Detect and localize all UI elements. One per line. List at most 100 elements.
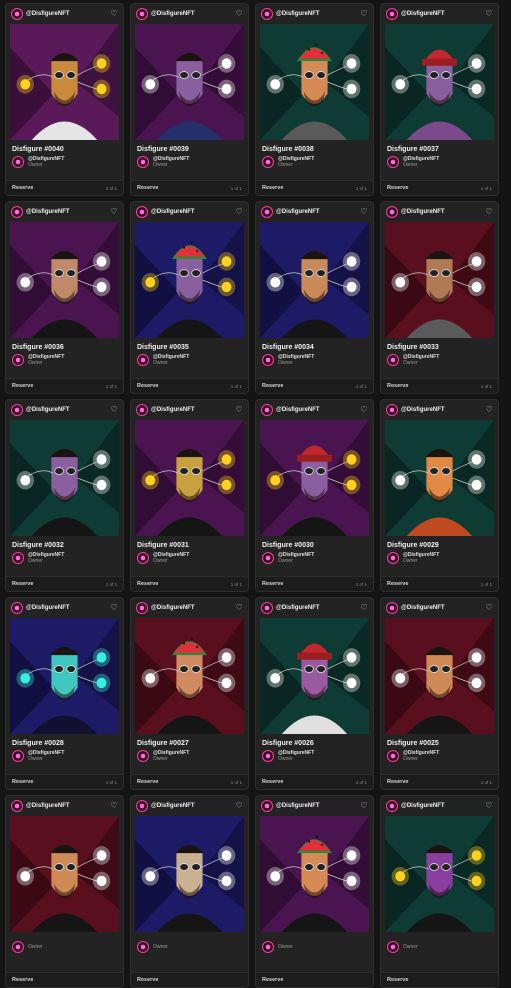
heart-icon[interactable]: ♡ xyxy=(110,604,118,612)
nft-artwork[interactable] xyxy=(135,222,244,338)
creator-handle[interactable]: @DisfigureNFT xyxy=(401,407,482,413)
creator-avatar[interactable] xyxy=(261,602,273,614)
nft-title[interactable]: Disfigure #0036 xyxy=(6,338,123,353)
nft-title[interactable]: Disfigure #0027 xyxy=(131,734,248,749)
owner-avatar[interactable] xyxy=(387,354,399,366)
heart-icon[interactable]: ♡ xyxy=(235,604,243,612)
owner-name[interactable]: @DisfigureNFT xyxy=(278,156,314,162)
heart-icon[interactable]: ♡ xyxy=(360,208,368,216)
creator-handle[interactable]: @DisfigureNFT xyxy=(26,11,107,17)
owner-name[interactable]: @DisfigureNFT xyxy=(153,354,189,360)
nft-card[interactable]: @DisfigureNFT ♡ Disfigure #0025 @Disfigure… xyxy=(380,597,499,790)
creator-handle[interactable]: @DisfigureNFT xyxy=(276,803,357,809)
heart-icon[interactable]: ♡ xyxy=(360,802,368,810)
creator-avatar[interactable] xyxy=(11,404,23,416)
owner-name[interactable]: @DisfigureNFT xyxy=(403,750,439,756)
creator-avatar[interactable] xyxy=(136,8,148,20)
nft-card[interactable]: @DisfigureNFT ♡ Disfigure #0032 @Disfigure… xyxy=(5,399,124,592)
creator-handle[interactable]: @DisfigureNFT xyxy=(276,407,357,413)
heart-icon[interactable]: ♡ xyxy=(110,208,118,216)
creator-handle[interactable]: @DisfigureNFT xyxy=(151,605,232,611)
owner-avatar[interactable] xyxy=(137,156,149,168)
owner-avatar[interactable] xyxy=(387,750,399,762)
creator-handle[interactable]: @DisfigureNFT xyxy=(401,605,482,611)
reserve-label[interactable]: Reserve xyxy=(262,977,283,983)
heart-icon[interactable]: ♡ xyxy=(485,802,493,810)
reserve-label[interactable]: Reserve xyxy=(387,581,408,587)
creator-avatar[interactable] xyxy=(386,404,398,416)
heart-icon[interactable]: ♡ xyxy=(485,406,493,414)
nft-title[interactable]: Disfigure #0038 xyxy=(256,140,373,155)
owner-name[interactable]: @DisfigureNFT xyxy=(28,354,64,360)
reserve-label[interactable]: Reserve xyxy=(12,581,33,587)
nft-title[interactable]: Disfigure #0035 xyxy=(131,338,248,353)
nft-artwork[interactable] xyxy=(385,618,494,734)
heart-icon[interactable]: ♡ xyxy=(235,406,243,414)
reserve-label[interactable]: Reserve xyxy=(12,779,33,785)
owner-avatar[interactable] xyxy=(262,941,274,953)
owner-avatar[interactable] xyxy=(387,552,399,564)
nft-card[interactable]: @DisfigureNFT ♡ Owner Reserve xyxy=(5,795,124,988)
heart-icon[interactable]: ♡ xyxy=(360,406,368,414)
creator-avatar[interactable] xyxy=(136,602,148,614)
owner-avatar[interactable] xyxy=(12,750,24,762)
creator-avatar[interactable] xyxy=(261,404,273,416)
creator-handle[interactable]: @DisfigureNFT xyxy=(276,11,357,17)
creator-handle[interactable]: @DisfigureNFT xyxy=(401,209,482,215)
creator-avatar[interactable] xyxy=(386,800,398,812)
reserve-label[interactable]: Reserve xyxy=(262,779,283,785)
creator-handle[interactable]: @DisfigureNFT xyxy=(276,605,357,611)
nft-card[interactable]: @DisfigureNFT ♡ Disfigure #0035 @Disfigure… xyxy=(130,201,249,394)
creator-handle[interactable]: @DisfigureNFT xyxy=(276,209,357,215)
reserve-label[interactable]: Reserve xyxy=(387,185,408,191)
owner-name[interactable]: @DisfigureNFT xyxy=(278,552,314,558)
nft-title[interactable]: Disfigure #0039 xyxy=(131,140,248,155)
owner-avatar[interactable] xyxy=(387,941,399,953)
creator-handle[interactable]: @DisfigureNFT xyxy=(151,407,232,413)
nft-card[interactable]: @DisfigureNFT ♡ Disfigure #0040 @Disfigure… xyxy=(5,3,124,196)
nft-card[interactable]: @DisfigureNFT ♡ Disfigure #0038 @Disfigure… xyxy=(255,3,374,196)
nft-card[interactable]: @DisfigureNFT ♡ Disfigure #0039 @Disfigure… xyxy=(130,3,249,196)
owner-avatar[interactable] xyxy=(12,552,24,564)
nft-title[interactable]: Disfigure #0025 xyxy=(381,734,498,749)
nft-card[interactable]: @DisfigureNFT ♡ Owner Reserve xyxy=(255,795,374,988)
heart-icon[interactable]: ♡ xyxy=(485,208,493,216)
reserve-label[interactable]: Reserve xyxy=(137,581,158,587)
nft-artwork[interactable] xyxy=(385,24,494,140)
nft-card[interactable]: @DisfigureNFT ♡ Disfigure #0027 @Disfigure… xyxy=(130,597,249,790)
owner-name[interactable]: @DisfigureNFT xyxy=(403,354,439,360)
nft-card[interactable]: @DisfigureNFT ♡ Disfigure #0031 @Disfigure… xyxy=(130,399,249,592)
nft-artwork[interactable] xyxy=(10,420,119,536)
heart-icon[interactable]: ♡ xyxy=(235,10,243,18)
creator-avatar[interactable] xyxy=(386,8,398,20)
creator-avatar[interactable] xyxy=(386,602,398,614)
creator-avatar[interactable] xyxy=(11,800,23,812)
nft-artwork[interactable] xyxy=(10,222,119,338)
nft-card[interactable]: @DisfigureNFT ♡ Disfigure #0037 @Disfigure… xyxy=(380,3,499,196)
nft-title[interactable]: Disfigure #0037 xyxy=(381,140,498,155)
reserve-label[interactable]: Reserve xyxy=(262,581,283,587)
nft-artwork[interactable] xyxy=(260,618,369,734)
nft-artwork[interactable] xyxy=(260,420,369,536)
reserve-label[interactable]: Reserve xyxy=(387,383,408,389)
creator-handle[interactable]: @DisfigureNFT xyxy=(26,605,107,611)
heart-icon[interactable]: ♡ xyxy=(110,10,118,18)
creator-avatar[interactable] xyxy=(136,800,148,812)
reserve-label[interactable]: Reserve xyxy=(137,779,158,785)
creator-avatar[interactable] xyxy=(261,206,273,218)
owner-avatar[interactable] xyxy=(137,750,149,762)
nft-card[interactable]: @DisfigureNFT ♡ Disfigure #0028 @Disfigure… xyxy=(5,597,124,790)
owner-avatar[interactable] xyxy=(137,354,149,366)
nft-card[interactable]: @DisfigureNFT ♡ Disfigure #0036 @Disfigure… xyxy=(5,201,124,394)
creator-avatar[interactable] xyxy=(261,800,273,812)
nft-card[interactable]: @DisfigureNFT ♡ Owner Reserve xyxy=(380,795,499,988)
reserve-label[interactable]: Reserve xyxy=(262,185,283,191)
reserve-label[interactable]: Reserve xyxy=(387,779,408,785)
nft-title[interactable]: Disfigure #0028 xyxy=(6,734,123,749)
nft-artwork[interactable] xyxy=(135,816,244,932)
nft-card[interactable]: @DisfigureNFT ♡ Disfigure #0029 @Disfigure… xyxy=(380,399,499,592)
heart-icon[interactable]: ♡ xyxy=(485,604,493,612)
nft-card[interactable]: @DisfigureNFT ♡ Disfigure #0030 @Disfigure… xyxy=(255,399,374,592)
nft-title[interactable]: Disfigure #0034 xyxy=(256,338,373,353)
creator-avatar[interactable] xyxy=(386,206,398,218)
